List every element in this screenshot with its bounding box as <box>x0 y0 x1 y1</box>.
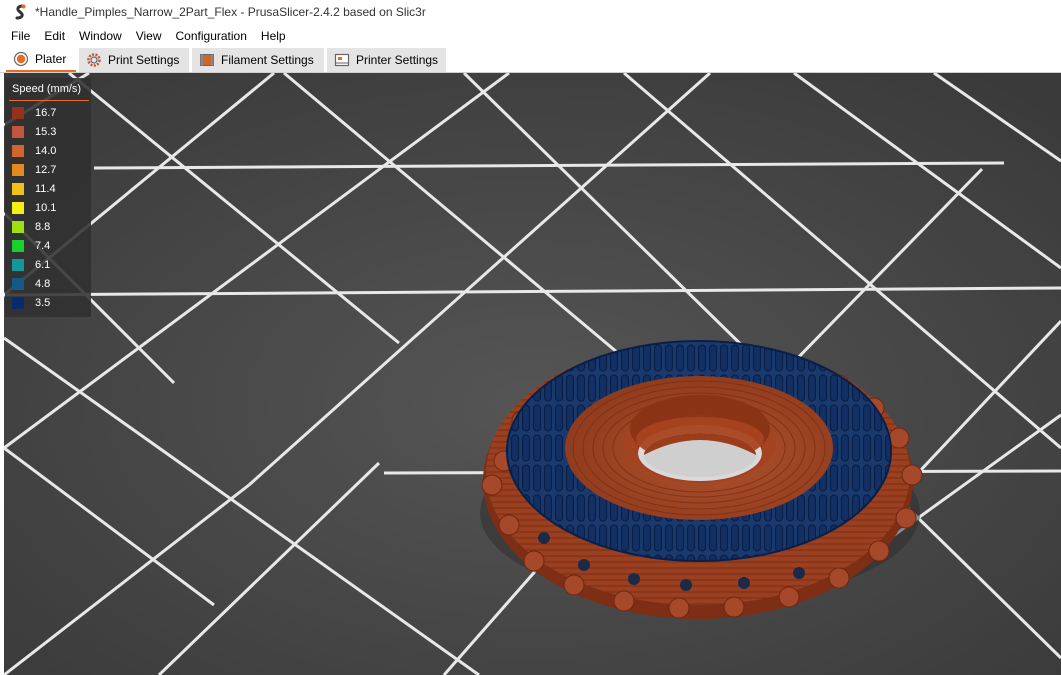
tab-printer-settings[interactable]: Printer Settings <box>327 48 446 72</box>
printer-icon <box>334 53 350 67</box>
legend-label: 15.3 <box>35 126 57 138</box>
tab-bar: Plater Print Settings Filament Settings … <box>0 46 1061 73</box>
tab-print-settings-label: Print Settings <box>108 53 180 67</box>
legend-swatch <box>12 221 24 233</box>
legend-label: 11.4 <box>35 183 56 195</box>
legend-item: 16.7 <box>12 105 56 121</box>
legend-item: 7.4 <box>12 238 50 254</box>
legend-item: 3.5 <box>12 295 50 311</box>
legend-label: 6.1 <box>35 259 51 271</box>
prusaslicer-app-icon <box>15 4 26 20</box>
legend-swatch <box>12 183 24 195</box>
speed-legend: Speed (mm/s) 16.7 15.3 14.0 12.7 11.4 10.1 8.8… <box>5 78 91 317</box>
tab-print-settings[interactable]: Print Settings <box>79 48 189 72</box>
legend-title-underline <box>9 100 89 101</box>
legend-item: 12.7 <box>12 162 56 178</box>
legend-item: 15.3 <box>12 124 56 140</box>
legend-swatch <box>12 164 24 176</box>
tab-plater[interactable]: Plater <box>6 48 76 72</box>
3d-preview-viewport[interactable] <box>4 73 1061 675</box>
legend-swatch <box>12 107 24 119</box>
menu-configuration[interactable]: Configuration <box>169 27 254 46</box>
legend-item: 10.1 <box>12 200 56 216</box>
tab-filament-settings-label: Filament Settings <box>221 53 314 67</box>
menu-view[interactable]: View <box>129 27 169 46</box>
tab-printer-settings-label: Printer Settings <box>356 53 439 67</box>
bed-grid-and-model <box>4 73 1061 675</box>
tab-filament-settings[interactable]: Filament Settings <box>192 48 324 72</box>
plater-icon <box>13 51 29 67</box>
print-settings-cog-icon <box>87 53 101 67</box>
legend-swatch <box>12 259 24 271</box>
legend-label: 14.0 <box>35 145 57 157</box>
legend-label: 12.7 <box>35 164 57 176</box>
title-bar: *Handle_Pimples_Narrow_2Part_Flex - Prus… <box>0 0 1061 25</box>
menu-help[interactable]: Help <box>254 27 293 46</box>
legend-title: Speed (mm/s) <box>12 83 82 95</box>
legend-label: 16.7 <box>35 107 57 119</box>
menu-file[interactable]: File <box>0 27 37 46</box>
legend-item: 11.4 <box>12 181 56 197</box>
menu-window[interactable]: Window <box>72 27 129 46</box>
menu-edit[interactable]: Edit <box>37 27 72 46</box>
legend-swatch <box>12 202 24 214</box>
tab-plater-label: Plater <box>35 52 67 66</box>
legend-label: 8.8 <box>35 221 51 233</box>
legend-label: 4.8 <box>35 278 51 290</box>
legend-swatch <box>12 240 24 252</box>
legend-swatch <box>12 145 24 157</box>
legend-item: 6.1 <box>12 257 50 273</box>
window-title: *Handle_Pimples_Narrow_2Part_Flex - Prus… <box>35 5 426 19</box>
legend-label: 7.4 <box>35 240 51 252</box>
legend-label: 10.1 <box>35 202 57 214</box>
legend-item: 8.8 <box>12 219 50 235</box>
menu-bar: File Edit Window View Configuration Help <box>0 27 293 46</box>
legend-item: 4.8 <box>12 276 50 292</box>
legend-item: 14.0 <box>12 143 56 159</box>
filament-spool-icon <box>200 54 214 66</box>
legend-swatch <box>12 278 24 290</box>
legend-swatch <box>12 297 24 309</box>
legend-swatch <box>12 126 24 138</box>
legend-label: 3.5 <box>35 297 51 309</box>
